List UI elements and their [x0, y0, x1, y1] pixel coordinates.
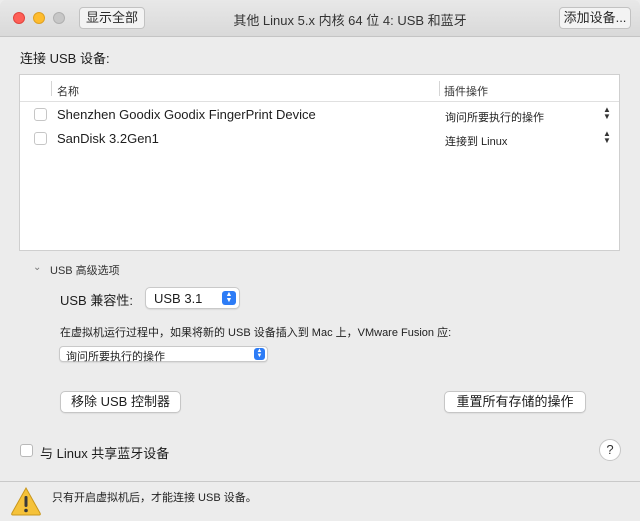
disclosure-chevron-icon[interactable]: ⌄ [33, 262, 41, 273]
chevron-updown-icon[interactable]: ▲ ▼ [602, 130, 612, 146]
warning-icon [11, 486, 41, 516]
device-name: Shenzhen Goodix Goodix FingerPrint Devic… [57, 107, 316, 122]
help-button[interactable]: ? [599, 439, 621, 461]
device-action-select[interactable]: 询问所要执行的操作 [445, 109, 544, 125]
device-checkbox[interactable] [34, 132, 47, 145]
table-header: 名称 插件操作 [20, 75, 619, 102]
device-checkbox[interactable] [34, 108, 47, 121]
window-title: 其他 Linux 5.x 内核 64 位 4: USB 和蓝牙 [233, 13, 467, 28]
device-name: SanDisk 3.2Gen1 [57, 131, 159, 146]
vm-plugin-action-value: 询问所要执行的操作 [66, 351, 165, 363]
vm-plugin-action-select[interactable]: 询问所要执行的操作 ▲ ▼ [59, 346, 268, 363]
close-icon[interactable] [13, 12, 25, 24]
remove-usb-controller-button[interactable]: 移除 USB 控制器 [60, 391, 181, 413]
chevron-updown-icon: ▲ ▼ [254, 348, 265, 360]
column-divider [51, 81, 52, 96]
titlebar: 显示全部 其他 Linux 5.x 内核 64 位 4: USB 和蓝牙 添加设… [0, 0, 640, 37]
show-all-button[interactable]: 显示全部 [79, 7, 145, 29]
usb-compat-value: USB 3.1 [154, 291, 203, 306]
column-header-name[interactable]: 名称 [57, 83, 79, 99]
footer-bar: 只有开启虚拟机后，才能连接 USB 设备。 [0, 481, 640, 521]
column-divider [439, 81, 440, 96]
reset-stored-actions-button[interactable]: 重置所有存储的操作 [444, 391, 586, 413]
advanced-options-title[interactable]: USB 高级选项 [50, 262, 120, 278]
table-row[interactable]: Shenzhen Goodix Goodix FingerPrint Devic… [20, 103, 619, 127]
vm-plugin-question: 在虚拟机运行过程中，如果将新的 USB 设备插入到 Mac 上，VMware F… [60, 327, 452, 339]
usb-device-table: 名称 插件操作 Shenzhen Goodix Goodix FingerPri… [19, 74, 620, 251]
add-device-button[interactable]: 添加设备... [559, 7, 631, 29]
preferences-window: 显示全部 其他 Linux 5.x 内核 64 位 4: USB 和蓝牙 添加设… [0, 0, 640, 521]
share-bluetooth-checkbox[interactable] [20, 444, 33, 457]
footer-warning-text: 只有开启虚拟机后，才能连接 USB 设备。 [52, 492, 257, 504]
table-row[interactable]: SanDisk 3.2Gen1 连接到 Linux ▲ ▼ [20, 127, 619, 151]
connect-usb-label: 连接 USB 设备: [20, 51, 110, 66]
usb-compat-label: USB 兼容性: [60, 293, 133, 308]
share-bluetooth-label[interactable]: 与 Linux 共享蓝牙设备 [40, 443, 169, 462]
chevron-updown-icon: ▲ ▼ [222, 291, 236, 305]
device-action-select[interactable]: 连接到 Linux [445, 133, 507, 149]
zoom-icon[interactable] [53, 12, 65, 24]
minimize-icon[interactable] [33, 12, 45, 24]
chevron-updown-icon[interactable]: ▲ ▼ [602, 106, 612, 122]
column-header-action[interactable]: 插件操作 [444, 83, 488, 99]
usb-compat-select[interactable]: USB 3.1 ▲ ▼ [145, 287, 240, 309]
